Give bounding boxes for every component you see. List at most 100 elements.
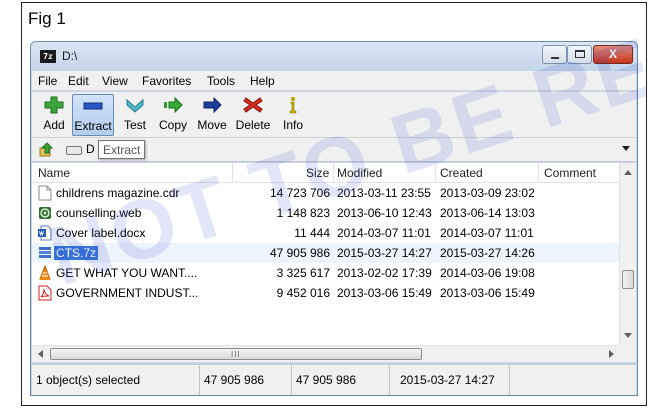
file-row[interactable]: GET WHAT YOU WANT.... 3 325 617 2013-02-02… bbox=[32, 263, 620, 283]
extract-tooltip: Extract bbox=[98, 140, 146, 159]
vertical-scrollbar[interactable] bbox=[619, 163, 636, 345]
file-size: 11 444 bbox=[294, 226, 330, 240]
scroll-left-icon[interactable] bbox=[38, 350, 43, 358]
list-header: Name Size Modified Created Comment bbox=[32, 163, 620, 183]
plus-icon bbox=[44, 96, 64, 114]
test-label: Test bbox=[123, 118, 146, 132]
file-modified: 2013-03-11 23:55 bbox=[337, 186, 431, 200]
delete-label: Delete bbox=[235, 118, 271, 132]
file-size: 14 723 706 bbox=[269, 186, 330, 200]
move-button[interactable]: Move bbox=[194, 94, 230, 136]
menu-file[interactable]: File bbox=[38, 74, 57, 88]
checkmark-chevron-icon bbox=[126, 98, 144, 113]
file-name-text: counselling.web bbox=[56, 206, 142, 220]
file-size: 47 905 986 bbox=[269, 246, 330, 260]
file-name: counselling.web bbox=[56, 206, 141, 220]
file-modified: 2013-03-06 15:49 bbox=[337, 286, 432, 300]
test-button[interactable]: Test bbox=[118, 94, 152, 136]
column-separator[interactable] bbox=[538, 163, 539, 183]
menu-tools[interactable]: Tools bbox=[207, 74, 235, 88]
column-separator[interactable] bbox=[232, 163, 233, 183]
file-row[interactable]: CTS.7z 47 905 986 2015-03-27 14:27 2015-03-… bbox=[32, 243, 620, 263]
status-modified: 2015-03-27 14:27 bbox=[390, 365, 510, 395]
status-selection: 1 object(s) selected bbox=[32, 365, 200, 395]
file-row[interactable]: GOVERNMENT INDUST... 9 452 016 2013-03-06 … bbox=[32, 283, 620, 303]
scroll-up-icon[interactable] bbox=[624, 170, 632, 175]
file-size: 9 452 016 bbox=[276, 286, 330, 300]
add-label: Add bbox=[43, 118, 65, 132]
address-bar: D Extract bbox=[32, 138, 636, 162]
drive-icon bbox=[66, 146, 82, 155]
file-row[interactable]: childrens magazine.cdr 14 723 706 2013-03-… bbox=[32, 183, 620, 203]
delete-button[interactable]: Delete bbox=[232, 94, 274, 136]
column-created[interactable]: Created bbox=[440, 166, 483, 180]
move-label: Move bbox=[197, 118, 227, 132]
close-button[interactable]: X bbox=[593, 45, 633, 64]
title-bar[interactable]: 7z D:\ X bbox=[31, 42, 637, 71]
menu-help[interactable]: Help bbox=[250, 74, 275, 88]
scroll-down-icon[interactable] bbox=[624, 333, 632, 338]
scroll-right-icon[interactable] bbox=[609, 350, 614, 358]
file-modified: 2013-06-10 12:43 bbox=[337, 206, 432, 220]
minus-icon bbox=[83, 102, 103, 110]
vlc-file-icon bbox=[38, 264, 52, 281]
menu-view[interactable]: View bbox=[102, 74, 128, 88]
column-separator[interactable] bbox=[333, 163, 334, 183]
7zip-window: 7z D:\ X File Edit View Favorites Tools … bbox=[30, 41, 638, 396]
file-row[interactable]: Cover label.docx 11 444 2014-03-07 11:01 20… bbox=[32, 223, 620, 243]
file-size: 3 325 617 bbox=[276, 266, 330, 280]
toolbar: Add Extract Test Copy Move Delete Info bbox=[32, 92, 636, 138]
file-created: 2013-03-06 15:49 bbox=[440, 286, 535, 300]
file-size: 1 148 823 bbox=[276, 206, 330, 220]
archive-file-icon bbox=[38, 245, 52, 261]
maximize-icon bbox=[575, 50, 585, 58]
file-modified: 2014-03-07 11:01 bbox=[337, 226, 431, 240]
status-bar: 1 object(s) selected 47 905 986 47 905 9… bbox=[32, 364, 636, 395]
column-name[interactable]: Name bbox=[38, 166, 70, 180]
figure-label: Fig 1 bbox=[28, 9, 66, 28]
status-selected-size: 47 905 986 bbox=[292, 365, 390, 395]
file-row[interactable]: counselling.web 1 148 823 2013-06-10 12:43… bbox=[32, 203, 620, 223]
file-name-text: GET WHAT YOU WANT.... bbox=[56, 266, 198, 280]
copy-button[interactable]: Copy bbox=[155, 94, 191, 136]
file-created: 2014-03-06 19:08 bbox=[440, 266, 535, 280]
file-created: 2013-06-14 13:03 bbox=[440, 206, 535, 220]
file-created: 2014-03-07 11:01 bbox=[440, 226, 534, 240]
extract-label: Extract bbox=[74, 119, 112, 133]
chevron-down-icon[interactable] bbox=[622, 146, 630, 151]
extract-button[interactable]: Extract bbox=[72, 94, 114, 136]
7zip-app-icon: 7z bbox=[40, 50, 56, 63]
web-file-icon bbox=[38, 205, 52, 221]
file-created: 2013-03-09 23:02 bbox=[440, 186, 535, 200]
file-name: CTS.7z bbox=[54, 246, 99, 260]
horizontal-scrollbar[interactable]: III bbox=[32, 345, 620, 362]
menu-edit[interactable]: Edit bbox=[68, 74, 89, 88]
horizontal-scroll-thumb[interactable]: III bbox=[50, 348, 422, 360]
delete-x-icon bbox=[243, 97, 263, 113]
minimize-icon bbox=[551, 57, 559, 59]
move-arrow-icon bbox=[203, 96, 222, 114]
column-modified[interactable]: Modified bbox=[337, 166, 382, 180]
column-size[interactable]: Size bbox=[306, 166, 329, 180]
file-name: Cover label.docx bbox=[56, 226, 145, 240]
address-path[interactable]: D bbox=[86, 142, 95, 156]
info-button[interactable]: Info bbox=[278, 94, 308, 136]
folder-up-icon[interactable] bbox=[39, 142, 55, 158]
file-modified: 2015-03-27 14:27 bbox=[337, 246, 432, 260]
column-comment[interactable]: Comment bbox=[544, 166, 596, 180]
info-label: Info bbox=[282, 118, 303, 132]
info-icon bbox=[289, 97, 297, 114]
file-name-text: CTS.7z bbox=[54, 246, 99, 260]
copy-arrow-icon bbox=[164, 96, 183, 114]
menu-favorites[interactable]: Favorites bbox=[142, 74, 191, 88]
blank-file-icon bbox=[38, 185, 52, 201]
scroll-grip: III bbox=[231, 350, 241, 359]
add-button[interactable]: Add bbox=[38, 94, 70, 136]
file-name: GET WHAT YOU WANT.... bbox=[56, 266, 197, 280]
window-title: D:\ bbox=[62, 49, 78, 63]
maximize-button[interactable] bbox=[567, 45, 592, 64]
minimize-button[interactable] bbox=[542, 45, 567, 64]
column-separator[interactable] bbox=[435, 163, 436, 183]
vertical-scroll-thumb[interactable] bbox=[622, 270, 634, 289]
figure-frame: Fig 1 7z D:\ X File Edit View Favorites … bbox=[21, 2, 647, 406]
